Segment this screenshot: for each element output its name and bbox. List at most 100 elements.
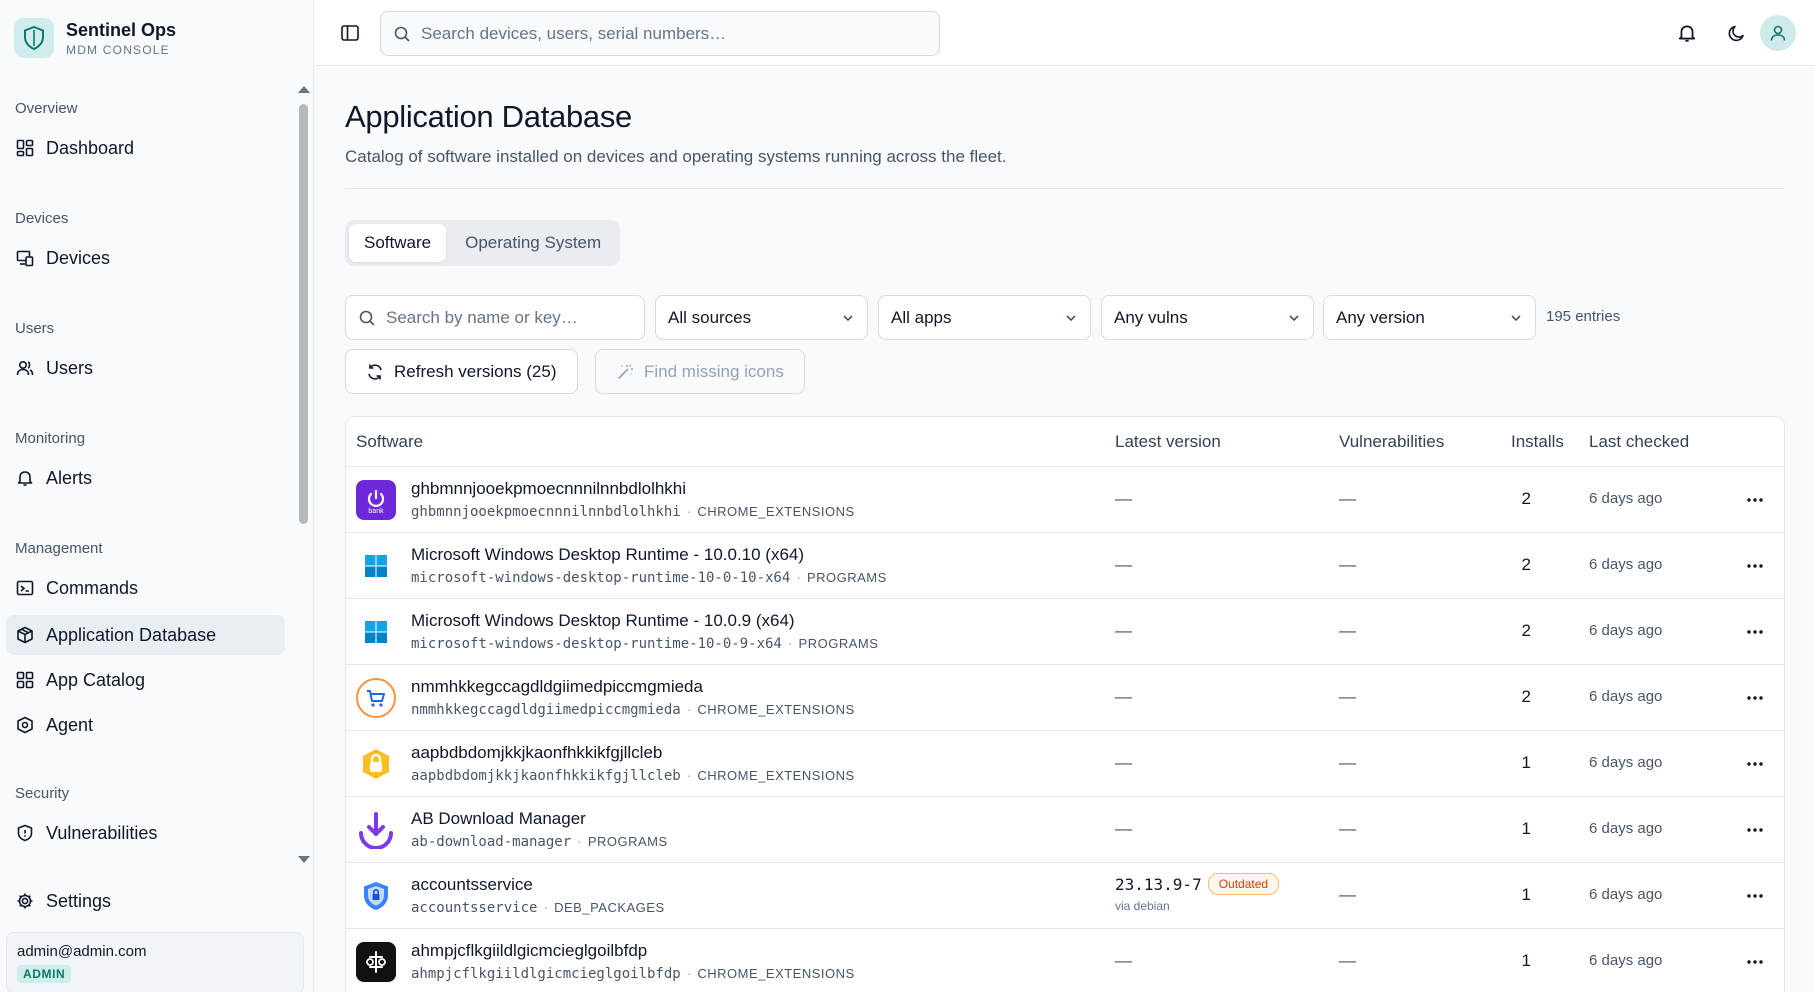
sidebar-item-devices[interactable]: Devices xyxy=(6,238,285,278)
more-horizontal-icon xyxy=(1747,960,1763,964)
header-software[interactable]: Software xyxy=(356,432,423,452)
bell-icon xyxy=(17,471,33,486)
row-actions-button[interactable] xyxy=(1742,487,1768,513)
app-name[interactable]: Microsoft Windows Desktop Runtime - 10.0… xyxy=(411,545,804,565)
separator: · xyxy=(686,965,692,981)
sidebar-scrollbar[interactable] xyxy=(298,86,310,866)
user-email: admin@admin.com xyxy=(17,943,147,960)
installs: 1 xyxy=(1521,753,1531,772)
global-search-input[interactable] xyxy=(421,23,921,44)
sidebar-item-label: Vulnerabilities xyxy=(46,822,158,843)
table-search-input[interactable] xyxy=(386,307,626,328)
symbol-icon xyxy=(356,942,396,982)
app-key: ab-download-manager xyxy=(411,834,572,850)
sidebar-item-commands[interactable]: Commands xyxy=(6,568,285,608)
row-actions-button[interactable] xyxy=(1742,751,1768,777)
vulnerabilities: — xyxy=(1339,489,1356,508)
app-key: ahmpjcflkgiildlgicmcieglgoilbfdp xyxy=(411,966,681,982)
find-missing-icons-button[interactable]: Find missing icons xyxy=(595,349,805,394)
separator: · xyxy=(796,569,801,585)
table-row[interactable]: aapbdbdomjkkjkaonfhkkikfgjllcleb aapbdbd… xyxy=(346,731,1784,797)
user-card[interactable]: admin@admin.com ADMIN xyxy=(6,932,304,992)
sidebar-item-label: Alerts xyxy=(46,467,93,488)
app-name[interactable]: ahmpjcflkgiildlgicmcieglgoilbfdp xyxy=(411,941,647,961)
latest-version: — xyxy=(1115,753,1132,772)
sidebar-item-label: Users xyxy=(46,357,94,378)
header-installs[interactable]: Installs xyxy=(1511,432,1564,452)
apps-filter-select[interactable]: All apps xyxy=(878,295,1091,340)
sidebar-item-agent[interactable]: Agent xyxy=(6,705,285,745)
sidebar-toggle-button[interactable] xyxy=(337,20,363,46)
row-actions-button[interactable] xyxy=(1742,685,1768,711)
table-search[interactable] xyxy=(345,295,645,340)
table-row[interactable]: accountsservice accountsservice · DEB_PACK… xyxy=(346,863,1784,929)
row-actions-button[interactable] xyxy=(1742,817,1768,843)
app-meta: ghbmnnjooekpmoecnnnilnnbdlolhkhi · CHROME_… xyxy=(411,503,855,520)
app-meta: ahmpjcflkgiildlgicmcieglgoilbfdp · CHROME_… xyxy=(411,965,855,982)
header-latest-version[interactable]: Latest version xyxy=(1115,432,1221,452)
app-meta: microsoft-windows-desktop-runtime-10-0-1… xyxy=(411,569,887,586)
tab-software[interactable]: Software xyxy=(349,224,447,262)
app-name[interactable]: AB Download Manager xyxy=(411,809,586,829)
sidebar-nav: Overview Dashboard Devices Devices Users… xyxy=(0,88,296,868)
vulnerabilities: — xyxy=(1339,555,1356,574)
chevron-down-icon xyxy=(843,314,853,321)
scroll-up-arrow-icon[interactable] xyxy=(298,86,310,93)
theme-toggle-button[interactable] xyxy=(1722,18,1752,48)
table-row[interactable]: nmmhkkegccagdldgiimedpiccmgmieda nmmhkke… xyxy=(346,665,1784,731)
sidebar-item-application-database[interactable]: Application Database xyxy=(6,615,285,655)
last-checked: 6 days ago xyxy=(1589,820,1663,837)
last-checked: 6 days ago xyxy=(1589,886,1663,903)
sidebar-item-settings[interactable]: Settings xyxy=(6,881,111,921)
refresh-versions-button[interactable]: Refresh versions (25) xyxy=(345,349,578,394)
app-key: microsoft-windows-desktop-runtime-10-0-9… xyxy=(411,636,782,652)
version-filter-select[interactable]: Any version xyxy=(1323,295,1536,340)
app-name[interactable]: aapbdbdomjkkjkaonfhkkikfgjllcleb xyxy=(411,743,662,763)
sidebar-item-label: App Catalog xyxy=(46,669,146,690)
table-row[interactable]: Microsoft Windows Desktop Runtime - 10.0… xyxy=(346,533,1784,599)
sidebar-item-app-catalog[interactable]: App Catalog xyxy=(6,660,285,700)
more-horizontal-icon xyxy=(1747,564,1763,568)
sidebar-item-alerts[interactable]: Alerts xyxy=(6,458,285,498)
sidebar-item-label: Commands xyxy=(46,577,139,598)
tab-operating-system[interactable]: Operating System xyxy=(450,224,616,262)
table-row[interactable]: bank ghbmnnjooekpmoecnnnilnnbdlolhkhi gh… xyxy=(346,467,1784,533)
more-horizontal-icon xyxy=(1747,630,1763,634)
scroll-thumb[interactable] xyxy=(299,104,308,524)
global-search[interactable] xyxy=(380,11,940,56)
source-filter-select[interactable]: All sources xyxy=(655,295,868,340)
app-name[interactable]: ghbmnnjooekpmoecnnnilnnbdlolhkhi xyxy=(411,479,686,499)
table-row[interactable]: ahmpjcflkgiildlgicmcieglgoilbfdp ahmpjcf… xyxy=(346,929,1784,992)
vulns-filter-select[interactable]: Any vulns xyxy=(1101,295,1314,340)
sidebar-item-users[interactable]: Users xyxy=(6,348,285,388)
lock-badge-icon xyxy=(356,744,396,784)
header-last-checked[interactable]: Last checked xyxy=(1589,432,1689,452)
vulnerabilities: — xyxy=(1339,819,1356,838)
chevron-down-icon xyxy=(1511,314,1521,321)
installs: 2 xyxy=(1521,687,1531,706)
chevron-down-icon xyxy=(1066,314,1076,321)
row-actions-button[interactable] xyxy=(1742,949,1768,975)
header-vulnerabilities[interactable]: Vulnerabilities xyxy=(1339,432,1444,452)
app-name[interactable]: Microsoft Windows Desktop Runtime - 10.0… xyxy=(411,611,795,631)
sidebar-item-dashboard[interactable]: Dashboard xyxy=(6,128,285,168)
sidebar: Sentinel Ops MDM CONSOLE Overview Dashbo… xyxy=(0,0,314,992)
table-row[interactable]: Microsoft Windows Desktop Runtime - 10.0… xyxy=(346,599,1784,665)
row-actions-button[interactable] xyxy=(1742,553,1768,579)
app-key: nmmhkkegccagdldgiimedpiccmgmieda xyxy=(411,702,681,718)
brand[interactable]: Sentinel Ops MDM CONSOLE xyxy=(14,18,176,58)
sidebar-item-vulnerabilities[interactable]: Vulnerabilities xyxy=(6,813,285,853)
notifications-button[interactable] xyxy=(1672,18,1702,48)
shield-icon xyxy=(17,824,33,842)
table-row[interactable]: AB Download Manager ab-download-manager ·… xyxy=(346,797,1784,863)
avatar[interactable] xyxy=(1760,15,1796,51)
row-actions-button[interactable] xyxy=(1742,883,1768,909)
app-source: PROGRAMS xyxy=(806,570,887,585)
bell-icon xyxy=(1678,25,1696,42)
scroll-down-arrow-icon[interactable] xyxy=(298,856,310,863)
app-name[interactable]: accountsservice xyxy=(411,875,533,895)
row-actions-button[interactable] xyxy=(1742,619,1768,645)
shield-lock-icon xyxy=(356,876,396,916)
app-name[interactable]: nmmhkkegccagdldgiimedpiccmgmieda xyxy=(411,677,703,697)
last-checked: 6 days ago xyxy=(1589,952,1663,969)
